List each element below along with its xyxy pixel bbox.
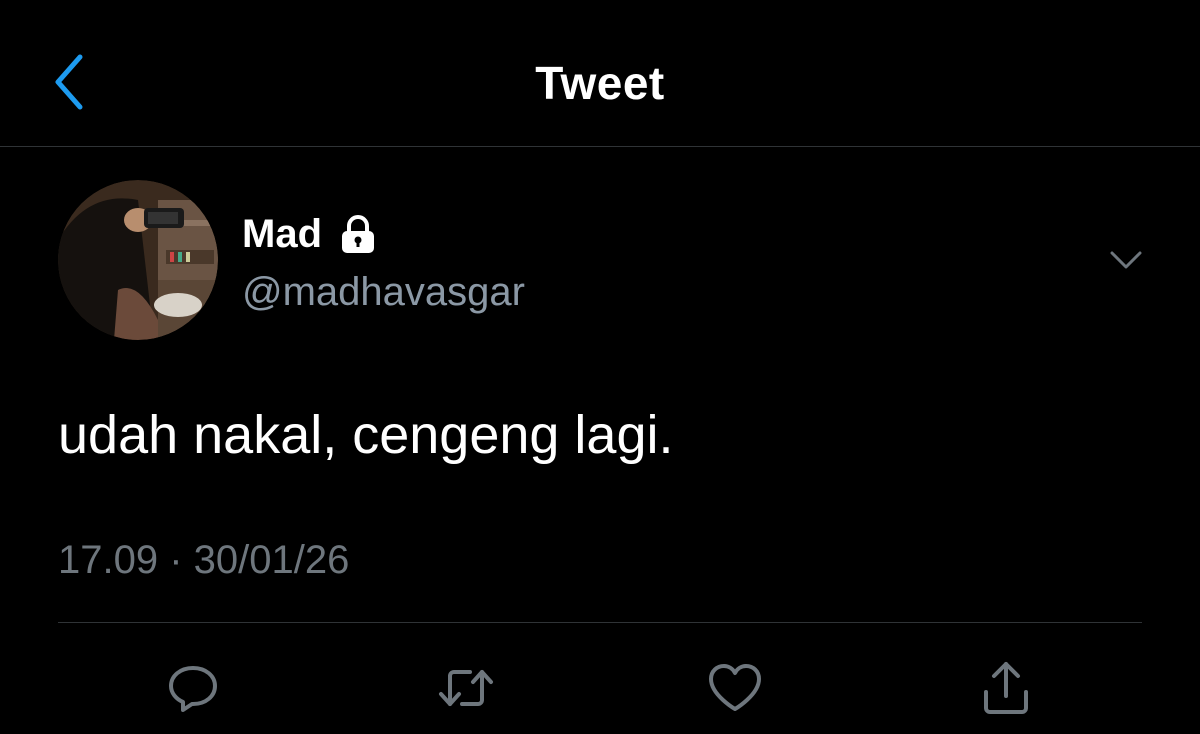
profile-photo — [58, 180, 218, 340]
tweet-timestamp[interactable]: 17.09 · 30/01/26 — [58, 534, 349, 586]
lock-icon — [336, 212, 380, 256]
author-name-row[interactable]: Mad — [242, 208, 380, 260]
retweet-icon — [439, 670, 493, 706]
comment-icon — [169, 666, 217, 712]
chevron-down-icon — [1110, 251, 1142, 269]
author-handle[interactable]: @madhavasgar — [242, 268, 525, 316]
more-options-button[interactable] — [1098, 238, 1154, 282]
like-button[interactable] — [695, 650, 775, 726]
heart-icon — [709, 664, 761, 711]
divider — [58, 622, 1142, 623]
action-bar — [0, 650, 1200, 726]
share-button[interactable] — [966, 650, 1046, 726]
navigation-bar: Tweet — [0, 0, 1200, 147]
reply-button[interactable] — [153, 650, 233, 726]
tweet-text: udah nakal, cengeng lagi. — [58, 405, 674, 465]
avatar[interactable] — [58, 180, 218, 340]
share-icon — [984, 662, 1028, 714]
page-title: Tweet — [535, 57, 665, 109]
retweet-button[interactable] — [426, 650, 506, 726]
author-display-name: Mad — [242, 212, 322, 256]
